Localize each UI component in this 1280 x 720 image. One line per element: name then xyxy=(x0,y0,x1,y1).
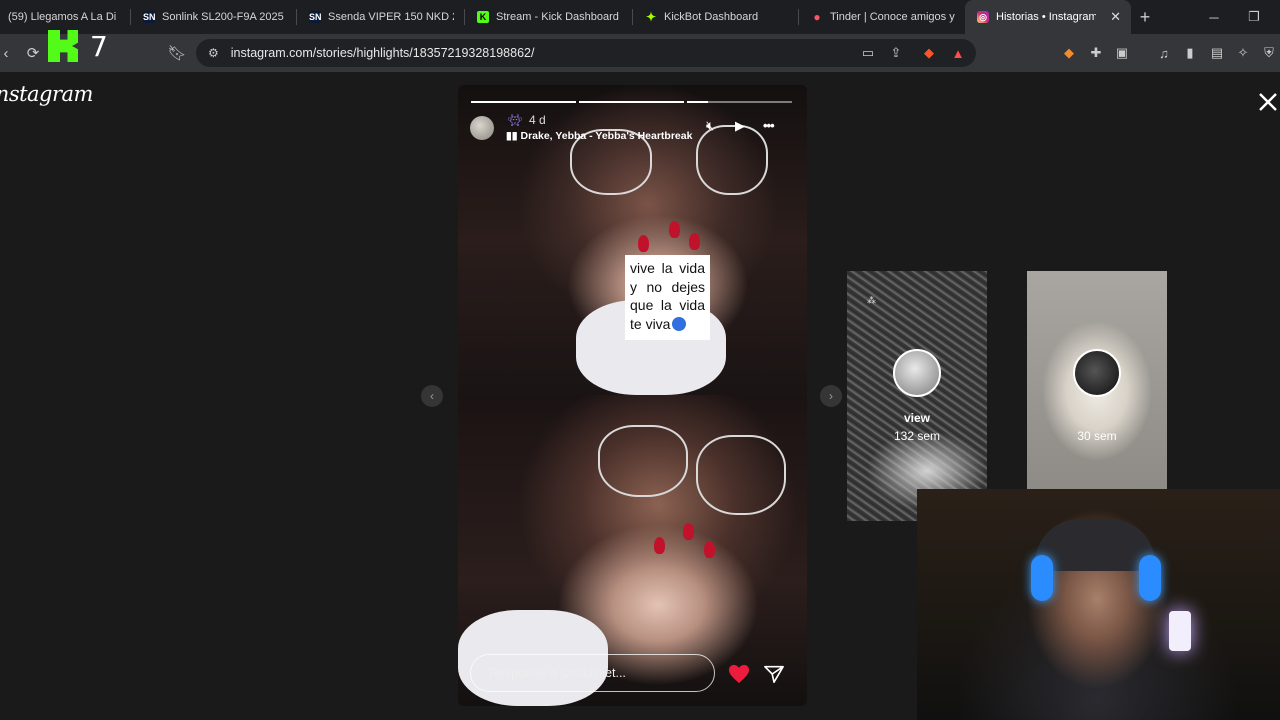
speech-icon xyxy=(672,316,687,331)
story-progress-fill xyxy=(687,101,708,103)
tab-kick-dashboard[interactable]: K Stream - Kick Dashboard xyxy=(465,0,632,34)
streamer-webcam xyxy=(917,489,1280,720)
tab-kickbot[interactable]: ✦ KickBot Dashboard xyxy=(633,0,798,34)
preview-avatar xyxy=(893,349,941,397)
tab-title: Stream - Kick Dashboard xyxy=(496,11,619,23)
url-text[interactable]: instagram.com/stories/highlights/1835721… xyxy=(231,46,535,60)
bookmark-icon[interactable]: 🔖︎ xyxy=(164,40,190,66)
sidebar-icon[interactable]: ▮ xyxy=(1180,43,1200,63)
glasses-left xyxy=(598,425,688,497)
muted-icon[interactable]: 🔇︎ xyxy=(706,118,714,134)
minimize-button[interactable]: ─ xyxy=(1194,0,1234,34)
tab-title: Ssenda VIPER 150 NKD 20 xyxy=(328,11,454,23)
tab-title: (59) Llegamos A La Di xyxy=(8,11,117,23)
kick-icon: K xyxy=(477,11,489,23)
instagram-logo[interactable]: Instagram xyxy=(0,82,93,106)
previous-story-button[interactable]: ‹ xyxy=(421,385,443,407)
watermark-logo: ⁂ xyxy=(867,295,876,305)
nail xyxy=(704,541,715,558)
preview-name: view xyxy=(903,411,930,425)
media-icon[interactable]: ♫ xyxy=(1154,43,1174,63)
vpn-shield-icon[interactable]: ⛨ xyxy=(1259,43,1279,63)
tab-youtube[interactable]: (59) Llegamos A La Di xyxy=(0,0,130,34)
instagram-icon: ◎ xyxy=(977,11,989,23)
headphone-left xyxy=(1031,555,1053,601)
close-tab-icon[interactable]: ✕ xyxy=(1110,9,1121,25)
send-icon[interactable] xyxy=(763,664,785,684)
story-song[interactable]: ▮▮ Drake, Yebba - Yebba's Heartbreak xyxy=(506,130,692,142)
highlight-preview[interactable]: ⁂ view 132 sem xyxy=(847,271,987,521)
sn-favicon-icon: SN xyxy=(143,11,156,23)
ring-light xyxy=(1169,611,1191,651)
restore-button[interactable]: ❐ xyxy=(1234,0,1274,34)
kickbot-icon: ✦ xyxy=(645,10,657,24)
preview-age: 132 sem xyxy=(893,429,941,443)
text-sticker: vive la vida y no dejes que la vida te v… xyxy=(625,255,710,340)
nail xyxy=(689,233,700,250)
more-options-icon[interactable]: ••• xyxy=(763,118,775,133)
story-progress-segment xyxy=(687,101,792,103)
preview-age: 30 sem xyxy=(1077,429,1117,443)
story-avatar[interactable] xyxy=(470,116,494,140)
tab-sonlink[interactable]: SN Sonlink SL200-F9A 2025 | xyxy=(131,0,296,34)
story-progress-segment xyxy=(579,101,684,103)
glasses-right xyxy=(696,435,786,515)
reply-placeholder: Responde a justdayliet... xyxy=(489,666,626,680)
tab-title: Tinder | Conoce amigos y xyxy=(830,11,955,23)
next-story-button[interactable]: › xyxy=(820,385,842,407)
music-bars-icon: ▮▮ xyxy=(506,130,521,142)
extensions-icon[interactable]: ✚ xyxy=(1086,43,1106,63)
back-icon[interactable]: ‹ xyxy=(0,40,12,66)
leo-ai-icon[interactable]: ✧ xyxy=(1233,43,1253,63)
highlight-preview[interactable]: 30 sem xyxy=(1027,271,1167,491)
nail xyxy=(683,523,694,540)
brave-shield-icon[interactable]: ◆ xyxy=(919,43,939,63)
tab-search-icon[interactable]: ▣ xyxy=(1112,43,1132,63)
like-heart-icon[interactable] xyxy=(728,664,750,684)
story-progress-segment xyxy=(471,101,576,103)
tab-strip: (59) Llegamos A La Di SN Sonlink SL200-F… xyxy=(0,0,1280,34)
tab-title: Historias • Instagram xyxy=(996,11,1097,23)
story-viewer[interactable]: 👾︎ 4 d ▮▮ Drake, Yebba - Yebba's Heartbr… xyxy=(458,85,807,706)
story-time: 4 d xyxy=(529,113,546,127)
tab-ssenda[interactable]: SN Ssenda VIPER 150 NKD 20 xyxy=(297,0,464,34)
song-title: Drake, Yebba - Yebba's Heartbreak xyxy=(520,130,693,142)
tab-title: KickBot Dashboard xyxy=(664,11,759,23)
nail xyxy=(669,221,680,238)
highlight-icon: 👾︎ xyxy=(508,115,522,127)
close-icon[interactable] xyxy=(1256,90,1280,114)
wallet-icon[interactable]: ▤ xyxy=(1207,43,1227,63)
tab-tinder[interactable]: ● Tinder | Conoce amigos y xyxy=(799,0,965,34)
site-settings-icon[interactable]: ⚙ xyxy=(208,46,219,60)
new-tab-button[interactable]: + xyxy=(1131,7,1159,28)
tab-title: Sonlink SL200-F9A 2025 | xyxy=(162,11,286,23)
nail xyxy=(654,537,665,554)
story-header: 👾︎ 4 d ▮▮ Drake, Yebba - Yebba's Heartbr… xyxy=(470,112,798,148)
sticker-text: vive la vida y no dejes que la vida te v… xyxy=(630,260,705,332)
tinder-flame-icon: ● xyxy=(813,10,821,24)
kick-viewer-count: 7 xyxy=(90,30,108,63)
nail xyxy=(638,235,649,252)
tab-instagram[interactable]: ◎ Historias • Instagram ✕ xyxy=(965,0,1131,34)
brave-rewards-icon[interactable]: ▲ xyxy=(948,43,968,63)
sn-favicon-icon: SN xyxy=(309,11,322,23)
play-icon[interactable]: ▶ xyxy=(735,118,745,134)
extension-fox-icon[interactable]: ◆ xyxy=(1059,43,1079,63)
install-app-icon[interactable]: ▭ xyxy=(858,43,878,63)
headphone-right xyxy=(1139,555,1161,601)
cap xyxy=(1035,519,1155,571)
reply-input[interactable]: Responde a justdayliet... xyxy=(470,654,715,692)
reload-icon[interactable]: ⟳ xyxy=(20,40,46,66)
share-icon[interactable]: ⇪ xyxy=(886,43,906,63)
preview-avatar xyxy=(1073,349,1121,397)
